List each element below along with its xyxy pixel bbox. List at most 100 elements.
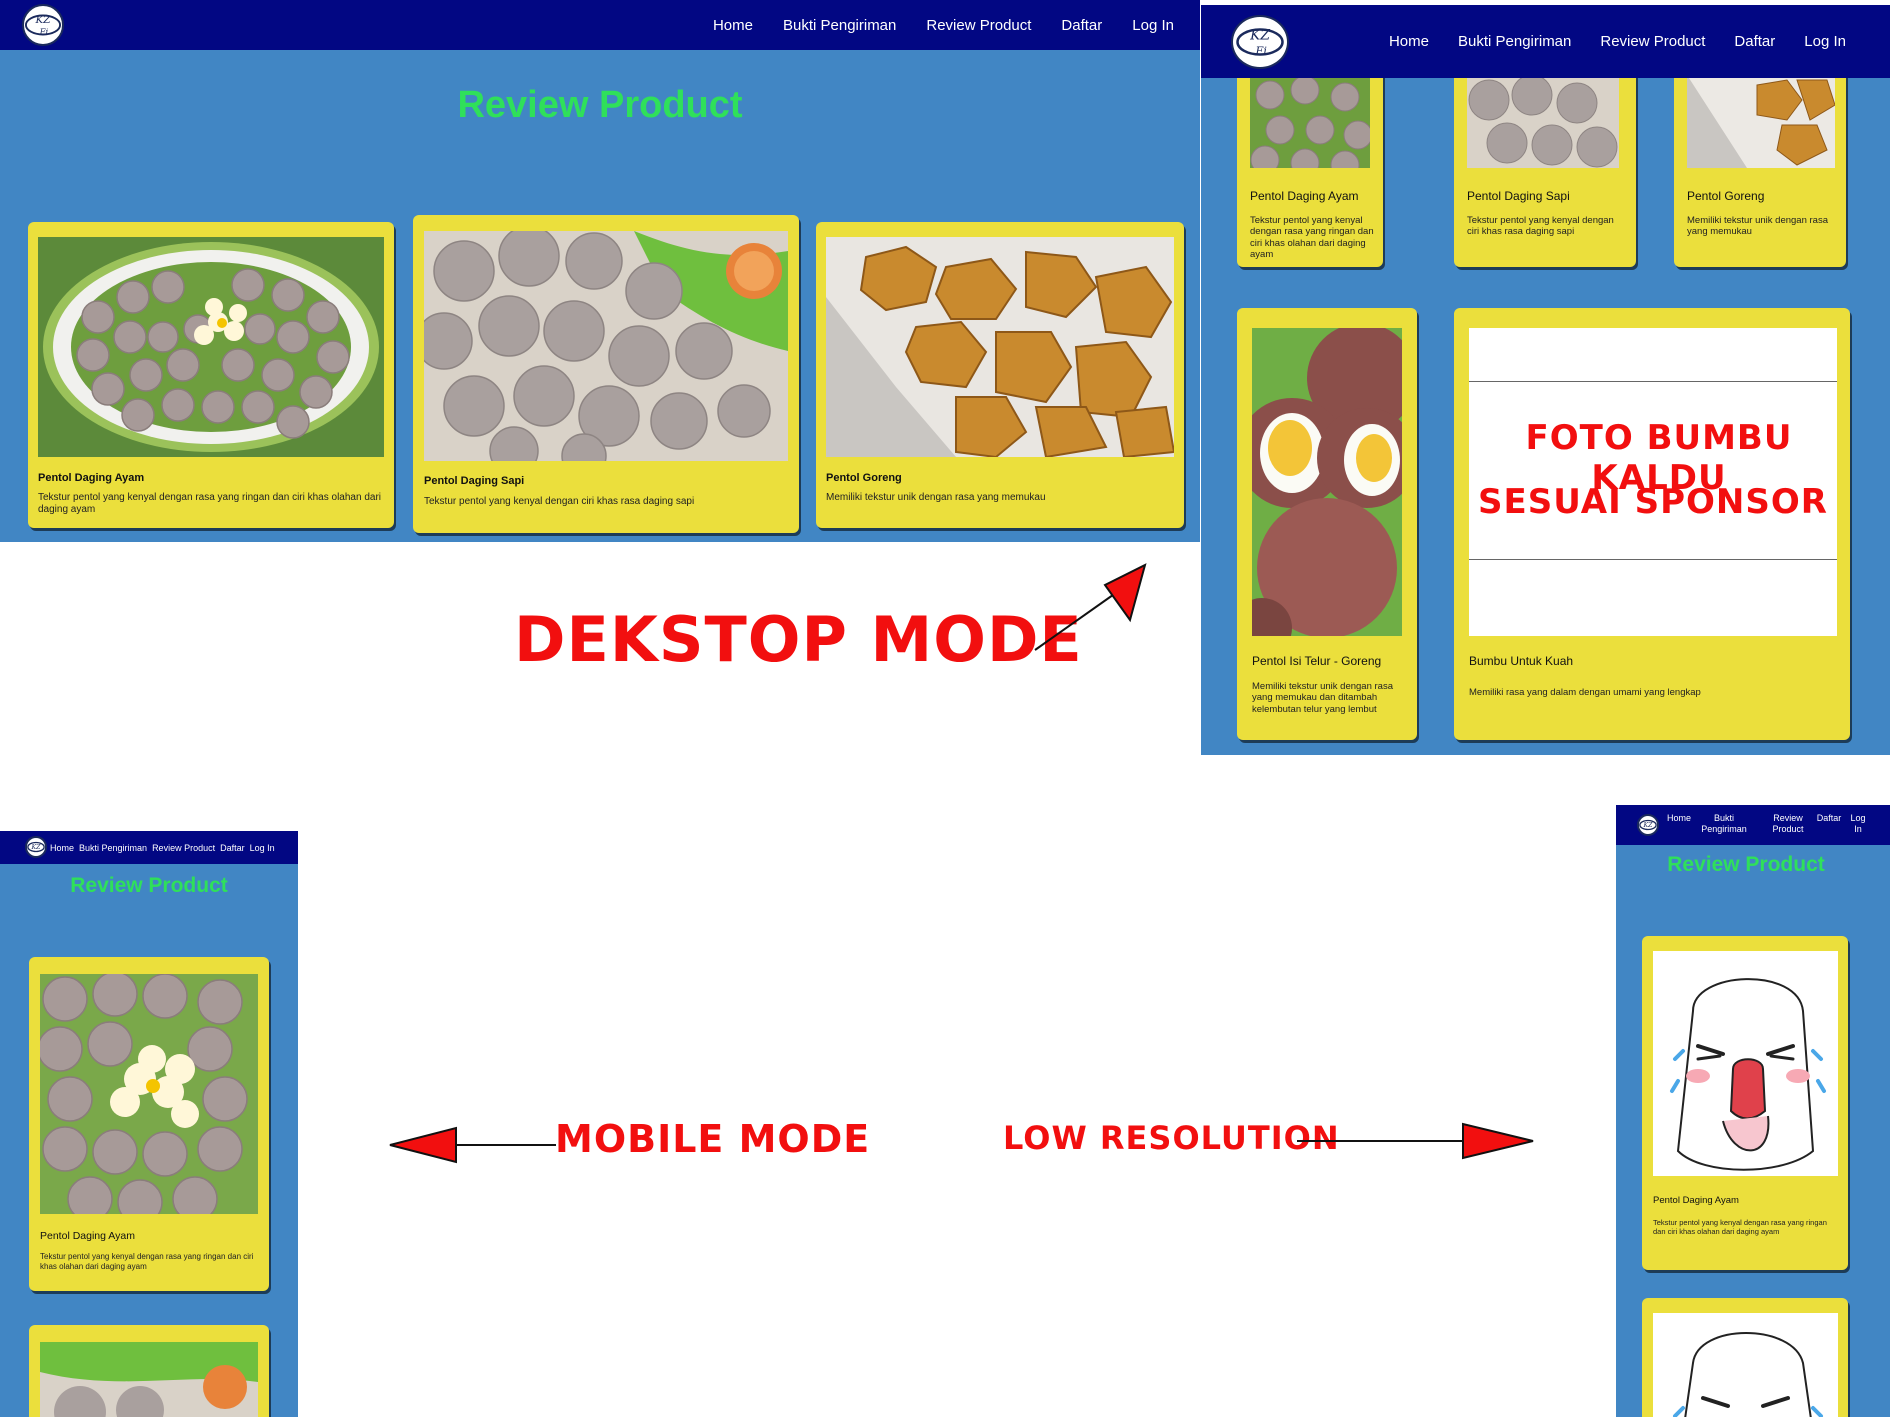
product-name: Pentol Daging Ayam <box>1653 1195 1739 1206</box>
product-image-isi-telur <box>1252 328 1402 636</box>
meatball-plate-image <box>40 974 258 1214</box>
product-name: Pentol Daging Sapi <box>424 475 525 487</box>
product-desc: Memiliki tekstur unik dengan rasa yang m… <box>1687 215 1828 238</box>
svg-text:KZ: KZ <box>34 14 51 26</box>
product-image-sapi <box>424 231 788 461</box>
product-desc: Memiliki tekstur unik dengan rasa yang m… <box>826 492 1046 503</box>
nav-daftar[interactable]: Daftar <box>1061 17 1102 34</box>
nav-daftar[interactable]: Daftar <box>220 843 245 853</box>
beef-meatball-image <box>1467 75 1619 168</box>
nav-review-product[interactable]: Review Product <box>926 17 1031 34</box>
logo-icon: KZ Fi <box>24 14 62 38</box>
product-desc: Tekstur pentol yang kenyal dengan ciri k… <box>424 496 695 507</box>
product-desc: Memiliki tekstur unik dengan rasa yang m… <box>1252 681 1393 715</box>
nav-home[interactable]: Home <box>1664 813 1694 824</box>
nav-line: Home <box>1666 813 1691 823</box>
low-resolution-view: KZ Home Bukti Pengiriman Review Product Da… <box>1616 805 1890 1417</box>
annotation-desktop-mode: DEKSTOP MODE <box>514 603 1083 676</box>
nav-line: In <box>1854 824 1862 834</box>
product-image-ayam <box>38 237 384 457</box>
crying-mascot-icon <box>1670 978 1826 1171</box>
nav-bukti-pengiriman[interactable]: Bukti Pengiriman <box>783 17 896 34</box>
page-title: Review Product <box>457 84 743 126</box>
product-card-ayam[interactable]: Pentol Daging Ayam Tekstur pentol yang k… <box>1642 936 1848 1270</box>
product-desc: Tekstur pentol yang kenyal dengan rasa y… <box>40 1252 254 1271</box>
placeholder-line-top <box>1469 381 1837 382</box>
product-image-sapi <box>40 1342 258 1417</box>
brand-logo[interactable]: KZ <box>1637 814 1659 836</box>
annotation-low-resolution: LOW RESOLUTION <box>1003 1119 1340 1157</box>
nav-log-in[interactable]: Log In <box>1132 17 1174 34</box>
nav-log-in[interactable]: Log In <box>1846 813 1870 835</box>
placeholder-line-bottom <box>1469 559 1837 560</box>
product-desc: Tekstur pentol yang kenyal dengan ciri k… <box>1467 215 1614 238</box>
beef-meatball-image <box>424 231 788 461</box>
product-image-ayam <box>1250 75 1370 168</box>
nav-review-product[interactable]: Review Product <box>1600 33 1705 50</box>
product-name: Pentol Daging Ayam <box>38 472 145 484</box>
nav-log-in[interactable]: Log In <box>1804 33 1846 50</box>
nav-home[interactable]: Home <box>50 843 74 853</box>
nav-bukti-pengiriman[interactable]: Bukti Pengiriman <box>79 843 147 853</box>
product-card-sapi[interactable]: Pentol Daging Sapi Tekstur pentol yang k… <box>413 215 799 533</box>
navbar: KZ Fi Home Bukti Pengiriman Review Produc… <box>0 0 1200 50</box>
product-name: Pentol Goreng <box>1687 189 1765 203</box>
arrow-to-mobile-icon <box>389 1126 556 1164</box>
brand-logo[interactable]: KZ <box>25 836 47 858</box>
nav-daftar[interactable]: Daftar <box>1812 813 1846 824</box>
product-desc: Tekstur pentol yang kenyal dengan rasa y… <box>1653 1218 1827 1236</box>
nav-line: Review <box>1773 813 1803 823</box>
desktop-view-1: KZ Fi Home Bukti Pengiriman Review Produc… <box>0 0 1200 542</box>
product-image-sapi <box>1653 1313 1838 1417</box>
mobile-view: KZ Home Bukti Pengiriman Review Product … <box>0 831 298 1417</box>
logo-icon: KZ <box>1639 819 1657 831</box>
nav-line: Product <box>1772 824 1804 834</box>
nav-review-product[interactable]: Review Product <box>152 843 215 853</box>
nav-home[interactable]: Home <box>1389 33 1429 50</box>
crying-mascot-icon <box>1673 1332 1823 1417</box>
nav-line: Log <box>1850 813 1866 823</box>
page-title: Review Product <box>70 874 228 897</box>
nav-line: Pengiriman <box>1701 824 1747 834</box>
nav-links: Home Bukti Pengiriman Review Product Daf… <box>713 0 1174 50</box>
product-desc: Tekstur pentol yang kenyal dengan rasa y… <box>38 492 381 515</box>
svg-text:KZ: KZ <box>1642 822 1653 829</box>
product-card-ayam[interactable]: Pentol Daging Ayam Tekstur pentol yang k… <box>28 222 394 528</box>
product-image-sapi <box>1467 75 1619 168</box>
desktop-view-2: KZ Fi Home Bukti Pengiriman Review Produc… <box>1201 5 1890 755</box>
product-card-sapi[interactable] <box>29 1325 269 1417</box>
nav-log-in[interactable]: Log In <box>250 843 275 853</box>
brand-logo[interactable]: KZ Fi <box>1231 15 1289 69</box>
fried-meatball-image <box>1687 75 1835 168</box>
nav-line: Daftar <box>1816 813 1842 823</box>
nav-daftar[interactable]: Daftar <box>1734 33 1775 50</box>
navbar: KZ Fi Home Bukti Pengiriman Review Produc… <box>1201 5 1890 78</box>
product-card-ayam[interactable]: Pentol Daging Ayam Tekstur pentol yang k… <box>29 957 269 1291</box>
product-image-goreng <box>1687 75 1835 168</box>
nav-home[interactable]: Home <box>713 17 753 34</box>
product-card-isi-telur[interactable]: Pentol Isi Telur - Goreng Memiliki tekst… <box>1237 308 1417 740</box>
product-name: Pentol Isi Telur - Goreng <box>1252 654 1382 668</box>
sponsor-placeholder-image: FOTO BUMBU KALDU SESUAI SPONSOR <box>1469 328 1837 636</box>
brand-logo[interactable]: KZ Fi <box>22 4 64 46</box>
arrow-to-desktop-icon <box>1034 563 1147 651</box>
nav-links: Home Bukti Pengiriman Review Product Daf… <box>50 831 275 864</box>
product-name: Pentol Daging Ayam <box>1250 189 1359 203</box>
product-name: Bumbu Untuk Kuah <box>1469 654 1574 668</box>
svg-text:Fi: Fi <box>1255 45 1268 58</box>
placeholder-text-line2: SESUAI SPONSOR <box>1478 482 1828 522</box>
nav-links: Home Bukti Pengiriman Review Product Daf… <box>1389 5 1846 78</box>
svg-text:KZ: KZ <box>1249 28 1270 44</box>
svg-text:Fi: Fi <box>39 28 49 38</box>
product-desc: Tekstur pentol yang kenyal dengan rasa y… <box>1250 215 1374 261</box>
fried-meatball-image <box>826 237 1174 457</box>
nav-bukti-pengiriman[interactable]: Bukti Pengiriman <box>1696 813 1752 835</box>
navbar: KZ Home Bukti Pengiriman Review Product Da… <box>1616 805 1890 845</box>
product-image-goreng <box>826 237 1174 457</box>
nav-bukti-pengiriman[interactable]: Bukti Pengiriman <box>1458 33 1571 50</box>
product-name: Pentol Goreng <box>826 472 902 484</box>
product-card-goreng[interactable]: Pentol Goreng Memiliki tekstur unik deng… <box>816 222 1184 528</box>
nav-review-product[interactable]: Review Product <box>1766 813 1810 835</box>
product-card-sapi[interactable] <box>1642 1298 1848 1417</box>
product-card-bumbu[interactable]: FOTO BUMBU KALDU SESUAI SPONSOR Bumbu Un… <box>1454 308 1850 740</box>
